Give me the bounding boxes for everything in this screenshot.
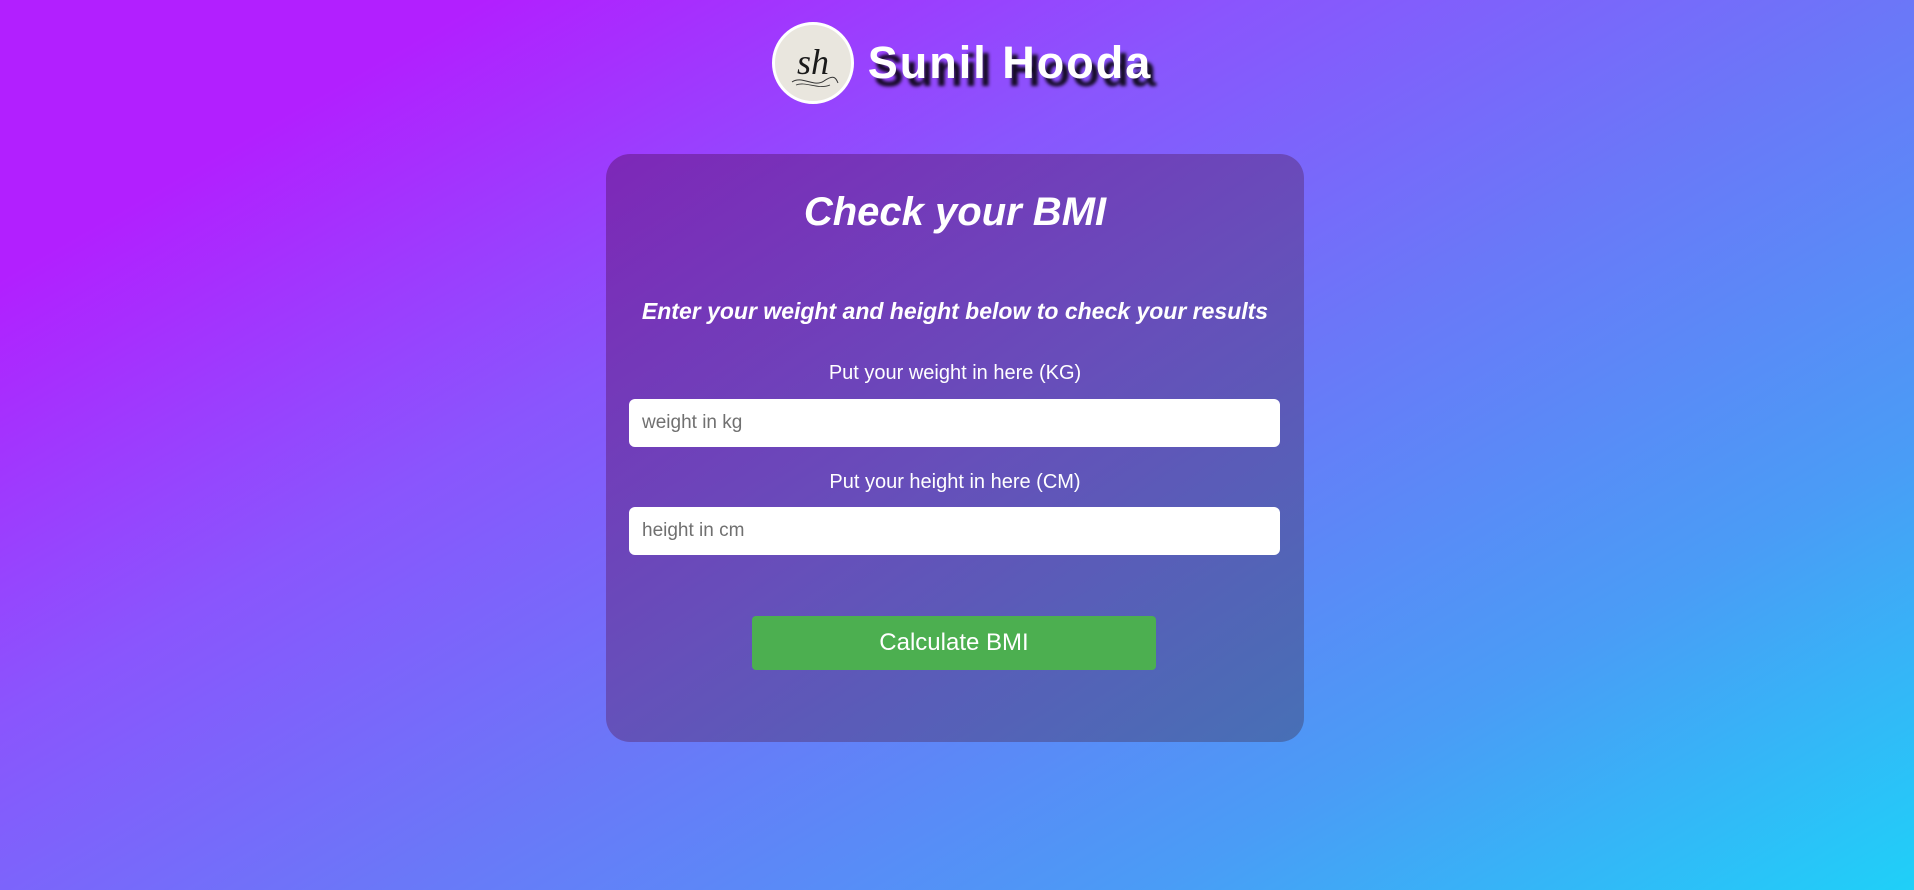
- weight-input[interactable]: [629, 399, 1280, 447]
- height-label: Put your height in here (CM): [829, 471, 1081, 493]
- card-title: Check your BMI: [803, 190, 1107, 234]
- calculate-bmi-button[interactable]: Calculate BMI: [752, 616, 1156, 670]
- signature-logo-icon[interactable]: sh: [771, 22, 854, 104]
- logo-graphic: sh: [791, 42, 839, 87]
- height-input[interactable]: [629, 507, 1280, 555]
- logo-text: sh: [797, 42, 829, 82]
- site-name[interactable]: Sunil Hooda: [868, 37, 1153, 89]
- card-subtitle: Enter your weight and height below to ch…: [641, 298, 1269, 324]
- weight-label: Put your weight in here (KG): [828, 362, 1082, 384]
- bmi-card: Check your BMI Enter your weight and hei…: [606, 154, 1304, 742]
- site-header: sh Sunil Hooda: [0, 18, 1914, 108]
- brand[interactable]: sh Sunil Hooda: [771, 22, 1153, 104]
